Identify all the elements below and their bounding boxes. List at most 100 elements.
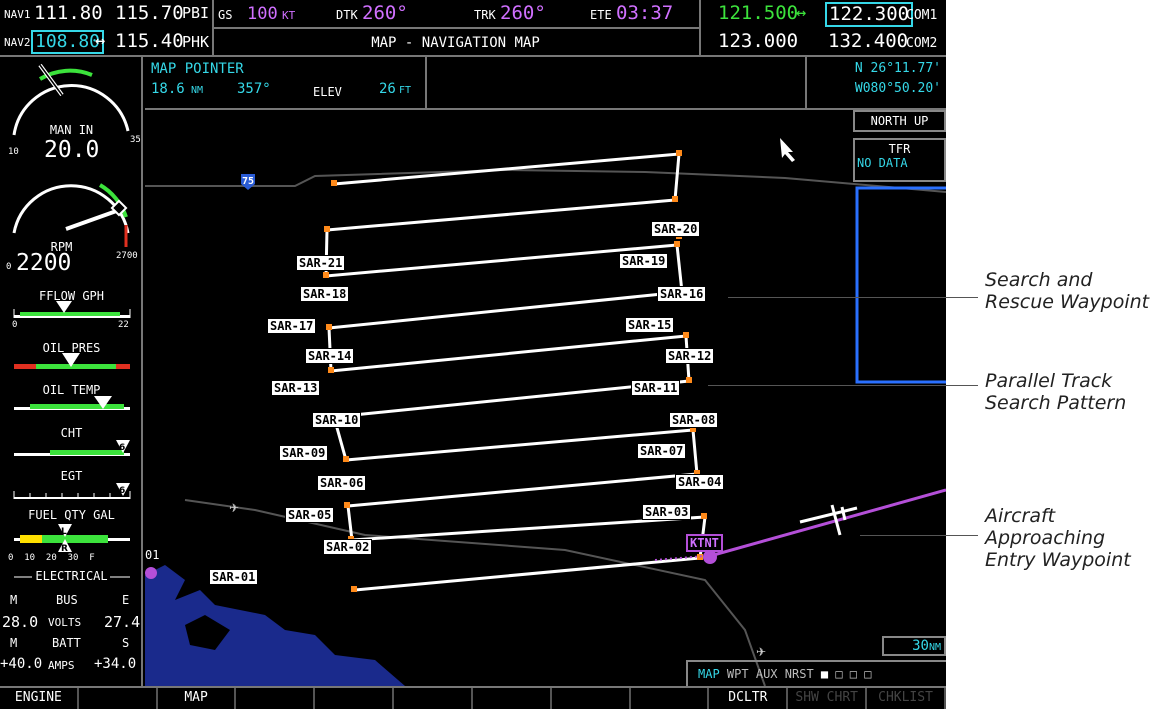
softkey-9[interactable] <box>631 688 710 709</box>
highway-label: 75 <box>242 176 255 187</box>
callout-aircraft: Aircraft Approaching Entry Waypoint <box>985 505 1131 571</box>
nav1-ident: PBI <box>182 4 210 22</box>
electrical-label: ELECTRICAL <box>35 569 108 583</box>
svg-text:L: L <box>61 527 67 537</box>
com1-swap-arrow[interactable]: ↔ <box>796 3 806 23</box>
waypoint-label[interactable]: SAR-16 <box>657 286 707 302</box>
waypoint-label[interactable]: SAR-01 <box>209 569 259 585</box>
softkey-engine[interactable]: ENGINE <box>0 688 79 709</box>
com1-active-freq[interactable]: 121.500 <box>718 2 798 24</box>
waypoint-label[interactable]: SAR-07 <box>637 443 687 459</box>
nav1-active-freq[interactable]: 111.80 <box>34 2 103 24</box>
waypoint-label[interactable]: SAR-21 <box>296 255 346 271</box>
trk-value: 260° <box>500 2 546 24</box>
svg-text:✈: ✈ <box>229 501 239 515</box>
elev-value: 26 <box>379 81 396 97</box>
svg-text:✈: ✈ <box>756 645 766 659</box>
softkey-2[interactable] <box>79 688 158 709</box>
oil-temp-label: OIL TEMP <box>42 383 101 397</box>
man-label: MAN IN <box>49 123 94 137</box>
page-group-map[interactable]: MAP <box>698 667 720 681</box>
page-title: MAP - NAVIGATION MAP <box>371 35 540 51</box>
tfr-status: NO DATA <box>857 156 908 170</box>
orientation-badge[interactable]: NORTH UP <box>853 110 946 132</box>
com1-label: COM1 <box>906 8 938 23</box>
rpm-min: 0 <box>6 262 12 272</box>
softkey-shw-chrt[interactable]: SHW CHRT <box>788 688 868 709</box>
com2-standby-freq[interactable]: 132.400 <box>828 30 908 52</box>
tfr-label: TFR <box>888 142 911 156</box>
waypoint-label[interactable]: SAR-05 <box>285 507 335 523</box>
cht-label: CHT <box>60 426 83 440</box>
softkey-6[interactable] <box>394 688 473 709</box>
softkey-4[interactable] <box>236 688 316 709</box>
egt-label: EGT <box>60 469 83 483</box>
softkey-map[interactable]: MAP <box>158 688 237 709</box>
bus-label: BUS <box>56 593 78 607</box>
page-group-wpt[interactable]: WPT <box>727 667 749 681</box>
com1-standby-freq[interactable]: 122.300 <box>825 2 914 27</box>
dtk-label: DTK <box>336 8 358 22</box>
waypoint-label[interactable]: SAR-20 <box>651 221 701 237</box>
softkey-dcltr[interactable]: DCLTR <box>709 688 789 709</box>
batt-label: BATT <box>52 636 81 650</box>
waypoint-label[interactable]: SAR-17 <box>267 318 317 334</box>
waypoint-label[interactable]: SAR-19 <box>619 253 669 269</box>
elev-unit: FT <box>399 85 412 96</box>
waypoint-label[interactable]: SAR-10 <box>312 412 362 428</box>
softkey-8[interactable] <box>552 688 631 709</box>
map-graphics: ✈ ✈ <box>145 138 946 686</box>
waypoint-label[interactable]: SAR-18 <box>300 286 350 302</box>
waypoint-label[interactable]: SAR-03 <box>642 504 692 520</box>
volts-right: 27.4 <box>104 613 141 631</box>
map-range-unit: NM <box>928 642 941 653</box>
waypoint-label[interactable]: SAR-14 <box>305 348 355 364</box>
nav2-standby-freq[interactable]: 115.40 <box>115 30 184 52</box>
softkey-bar: ENGINE MAP DCLTR SHW CHRT CHKLIST <box>0 686 946 709</box>
softkey-7[interactable] <box>473 688 552 709</box>
map-range-indicator[interactable]: 30NM <box>882 636 946 656</box>
ete-label: ETE <box>590 8 612 22</box>
waypoint-label[interactable]: SAR-04 <box>675 474 725 490</box>
page-group-nrst[interactable]: NRST <box>785 667 814 681</box>
waypoint-label[interactable]: SAR-15 <box>625 317 675 333</box>
waypoint-label[interactable]: SAR-11 <box>631 380 681 396</box>
svg-text:6: 6 <box>119 443 125 453</box>
com2-active-freq[interactable]: 123.000 <box>718 30 798 52</box>
callout-parallel-line2: Search Pattern <box>985 392 1127 414</box>
volts-label: VOLTS <box>48 616 82 629</box>
softkey-chklist[interactable]: CHKLIST <box>867 688 946 709</box>
dtk-value: 260° <box>362 2 408 24</box>
pointer-bearing: 357° <box>237 81 271 97</box>
pointer-title: MAP POINTER <box>151 61 244 77</box>
nav1-standby-freq[interactable]: 115.70 <box>115 2 184 24</box>
amps-left: +40.0 <box>0 656 43 672</box>
airport-label[interactable]: KTNT <box>686 534 723 552</box>
waypoint-label[interactable]: SAR-02 <box>323 539 373 555</box>
navigation-map[interactable]: ✈ ✈ 75 NORTH UP TFR NO DATA SAR-01 SAR-0… <box>145 110 946 686</box>
waypoint-label[interactable]: SAR-08 <box>669 412 719 428</box>
tfr-panel: TFR NO DATA <box>853 138 946 182</box>
callout-search-rescue: Search and Rescue Waypoint <box>985 269 1149 313</box>
waypoint-label[interactable]: SAR-09 <box>279 445 329 461</box>
rpm-value: 2200 <box>16 250 72 276</box>
callout-line-aircraft <box>860 535 978 536</box>
nav2-ident: PHK <box>182 33 210 51</box>
softkey-5[interactable] <box>315 688 395 709</box>
volts-left: 28.0 <box>2 613 39 631</box>
fuel-ticks: 0 10 20 30 F <box>8 553 95 563</box>
bus-m: M <box>10 593 18 607</box>
map-pointer-bar: MAP POINTER 18.6 NM 357° ELEV 26 FT N 26… <box>145 57 946 110</box>
callout-line-sar <box>728 297 978 298</box>
pointer-distance: 18.6 <box>151 81 185 97</box>
waypoint-label[interactable]: SAR-13 <box>271 380 321 396</box>
nav2-active-freq[interactable]: 108.80 <box>31 30 105 54</box>
elev-label: ELEV <box>313 85 342 99</box>
man-value: 20.0 <box>44 137 100 163</box>
page-group-aux[interactable]: AUX <box>756 667 778 681</box>
nav2-swap-arrow[interactable]: ↔ <box>95 31 105 51</box>
callout-aircraft-line1: Aircraft <box>985 505 1056 527</box>
waypoint-label[interactable]: SAR-12 <box>665 348 715 364</box>
trk-label: TRK <box>474 8 496 22</box>
waypoint-label[interactable]: SAR-06 <box>317 475 367 491</box>
